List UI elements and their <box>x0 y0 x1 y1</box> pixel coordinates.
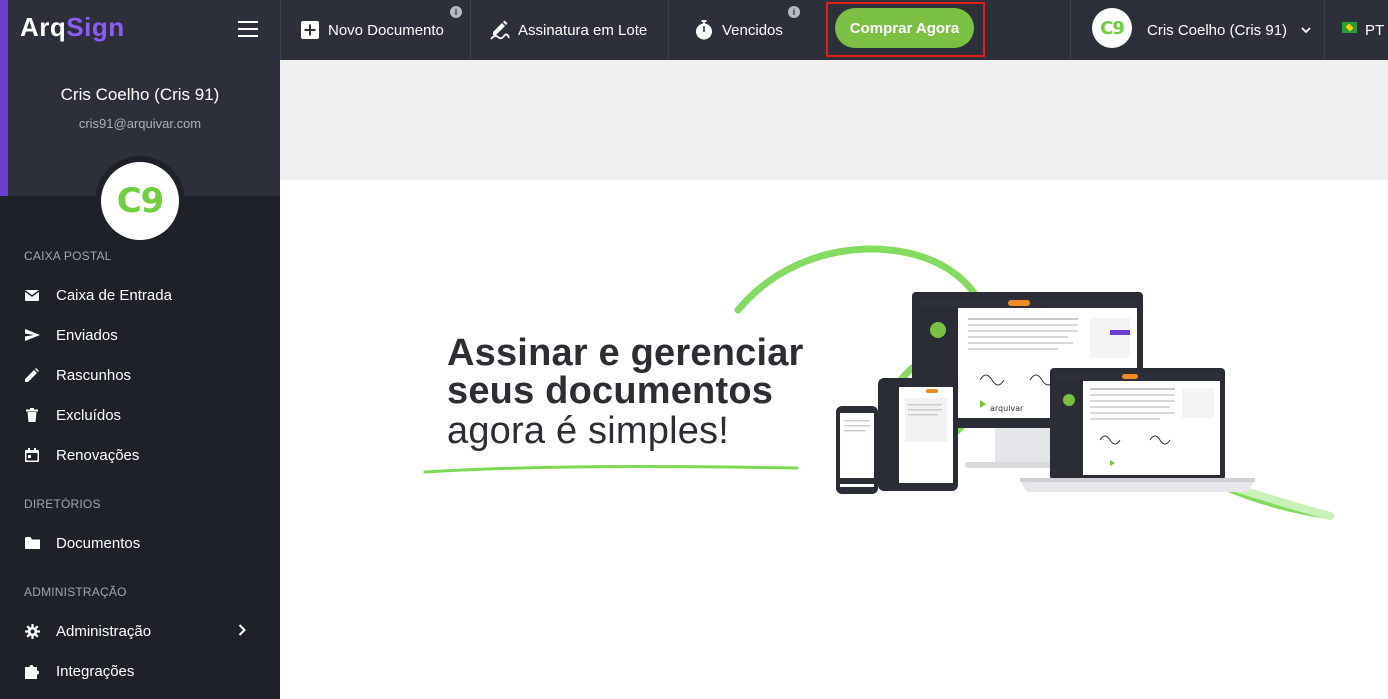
sidebar: ArqSign Cris Coelho (Cris 91) cris91@arq… <box>0 0 280 699</box>
sidebar-item-label: Caixa de Entrada <box>56 286 172 304</box>
divider <box>280 0 281 60</box>
sidebar-item-label: Integrações <box>56 662 135 680</box>
expired-info-icon[interactable]: i <box>788 6 800 18</box>
expired-button[interactable]: Vencidos <box>694 0 783 60</box>
app-logo[interactable]: ArqSign <box>20 12 125 43</box>
sidebar-user-name: Cris Coelho (Cris 91) <box>60 85 220 104</box>
new-document-button[interactable]: Novo Documento <box>300 0 444 60</box>
section-title-administration: ADMINISTRAÇÃO <box>24 585 127 599</box>
stopwatch-icon <box>694 20 714 40</box>
sidebar-item-documents[interactable]: Documentos <box>0 525 280 561</box>
pencil-icon <box>24 367 40 383</box>
sidebar-item-drafts[interactable]: Rascunhos <box>0 357 280 393</box>
sidebar-item-label: Rascunhos <box>56 366 132 384</box>
send-icon <box>24 327 40 343</box>
sidebar-item-administration[interactable]: Administração <box>0 613 280 649</box>
hero-title-line1: Assinar e gerenciar <box>447 332 804 374</box>
divider <box>470 0 471 60</box>
sidebar-item-label: Renovações <box>56 446 140 464</box>
section-title-directories: DIRETÓRIOS <box>24 497 101 511</box>
sidebar-item-integrations[interactable]: Integrações <box>0 653 280 689</box>
sidebar-item-inbox[interactable]: Caixa de Entrada <box>0 277 280 313</box>
menu-toggle-icon[interactable] <box>238 21 258 37</box>
puzzle-icon <box>24 663 40 679</box>
avatar-initials: C9 <box>1100 17 1125 39</box>
sidebar-item-label: Enviados <box>56 326 118 344</box>
sidebar-item-deleted[interactable]: Excluídos <box>0 397 280 433</box>
buy-now-button[interactable]: Comprar Agora <box>835 8 974 48</box>
user-menu-name: Cris Coelho (Cris 91) <box>1147 21 1288 39</box>
sidebar-user-email: cris91@arquivar.com <box>78 116 202 131</box>
sidebar-item-label: Administração <box>56 622 152 640</box>
divider <box>668 0 669 60</box>
topbar-avatar[interactable]: C9 <box>1092 8 1132 48</box>
chevron-right-icon <box>238 623 246 639</box>
batch-signature-label: Assinatura em Lote <box>518 21 648 39</box>
folder-icon <box>24 535 40 551</box>
divider <box>1324 0 1325 60</box>
main-banner-area <box>280 60 1388 180</box>
plus-square-icon <box>300 20 320 40</box>
brazil-flag-icon[interactable] <box>1342 22 1357 33</box>
sidebar-item-label: Excluídos <box>56 406 122 424</box>
calendar-icon <box>24 447 40 463</box>
user-menu[interactable]: Cris Coelho (Cris 91) <box>1147 0 1311 60</box>
new-document-label: Novo Documento <box>328 21 444 39</box>
sidebar-item-sent[interactable]: Enviados <box>0 317 280 353</box>
sidebar-item-renewals[interactable]: Renovações <box>0 437 280 473</box>
chevron-down-icon <box>1301 23 1311 37</box>
top-bar: Novo Documento i Assinatura em Lote Venc… <box>280 0 1388 60</box>
sidebar-avatar[interactable]: C9 <box>95 156 185 246</box>
expired-label: Vencidos <box>722 21 783 39</box>
batch-signature-button[interactable]: Assinatura em Lote <box>490 0 647 60</box>
device-brand-label: arquivar <box>990 404 1024 413</box>
language-selector[interactable]: PT <box>1365 0 1384 60</box>
gear-icon <box>24 623 40 639</box>
section-title-mailbox: CAIXA POSTAL <box>24 249 112 263</box>
avatar-initials: C9 <box>116 181 165 221</box>
hero-title-line2: seus documentos <box>447 370 774 412</box>
sidebar-item-label: Documentos <box>56 534 141 552</box>
divider <box>1070 0 1071 60</box>
new-document-info-icon[interactable]: i <box>450 6 462 18</box>
trash-icon <box>24 407 40 423</box>
mail-icon <box>24 287 40 303</box>
signature-pen-icon <box>490 20 510 40</box>
hero-title-line3: agora é simples! <box>447 410 730 452</box>
